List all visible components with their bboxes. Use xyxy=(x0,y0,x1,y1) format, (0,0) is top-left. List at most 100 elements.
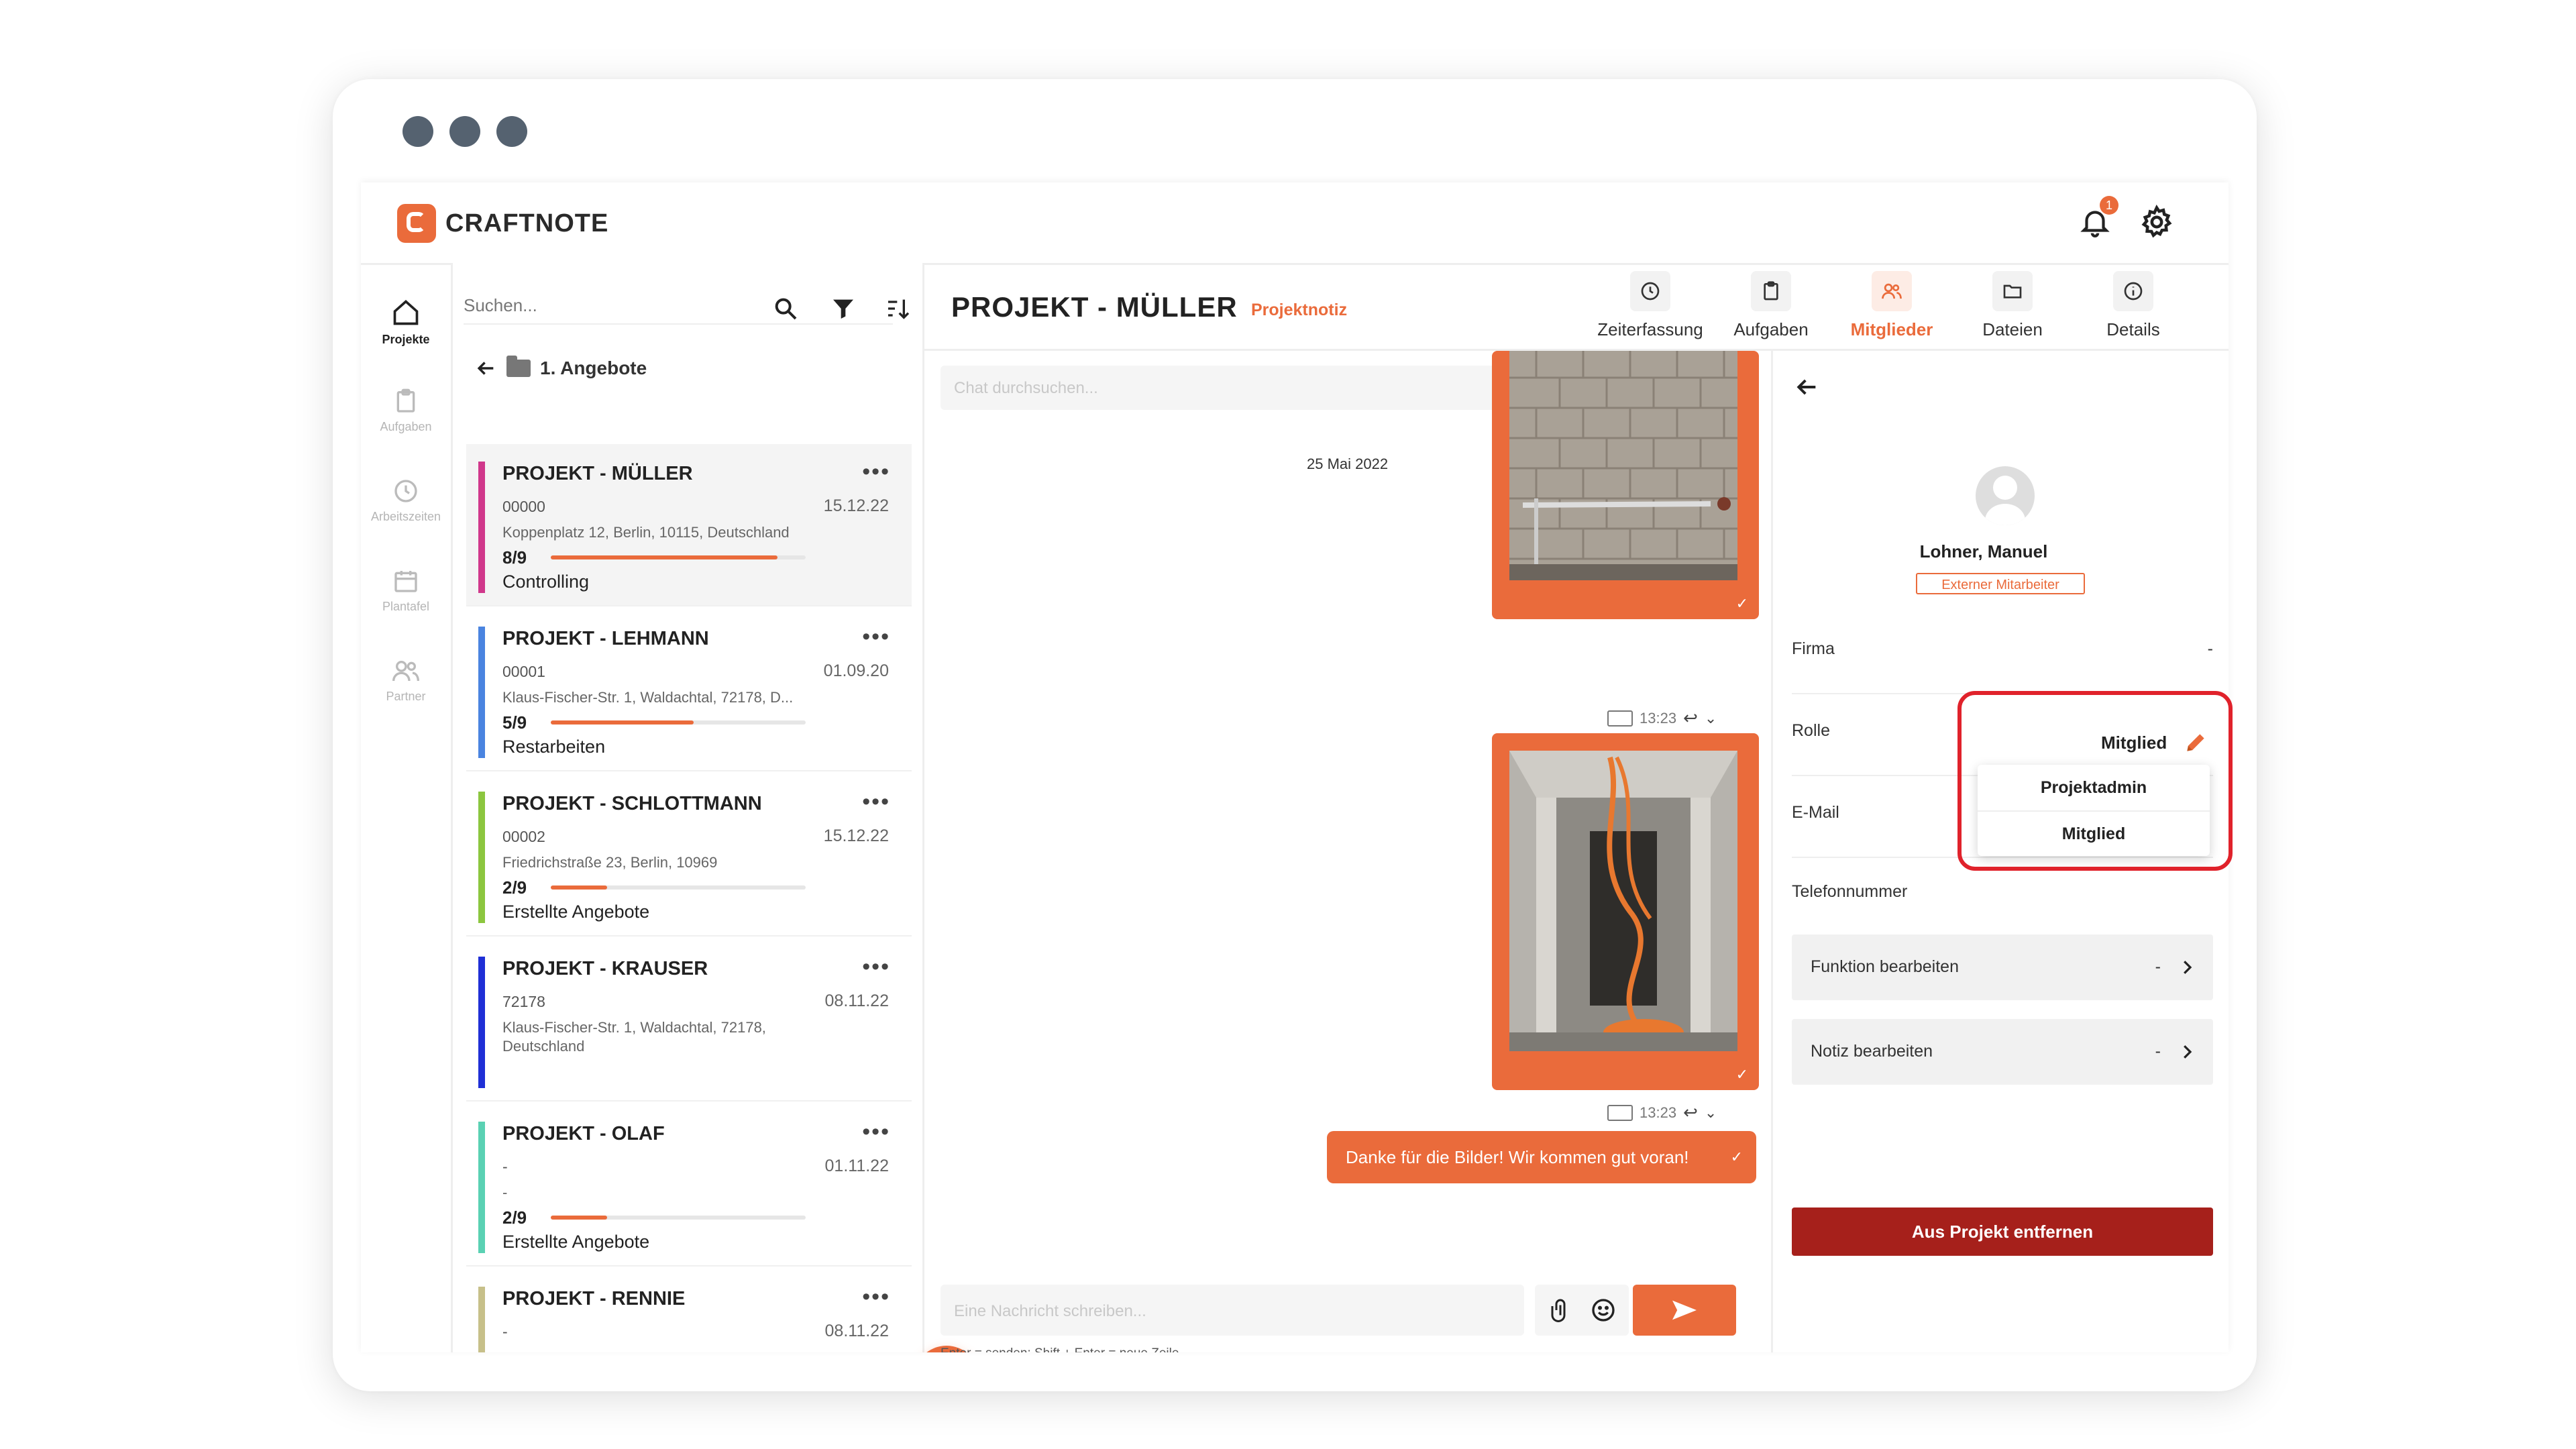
project-list-panel: Suchen... 1. Angebote PROJEKT - MÜLLER ••… xyxy=(453,263,979,1352)
avatar xyxy=(1976,466,2035,525)
more-options-icon[interactable]: ••• xyxy=(862,954,890,980)
progress-track xyxy=(551,885,806,890)
tab-label: Aufgaben xyxy=(1733,319,1809,339)
construction-photo xyxy=(1509,751,1737,1051)
arrow-left-icon[interactable] xyxy=(1793,374,1820,400)
message-input[interactable]: Eine Nachricht schreiben... xyxy=(941,1285,1524,1336)
message-placeholder: Eine Nachricht schreiben... xyxy=(954,1302,1146,1320)
edit-function-button[interactable]: Funktion bearbeiten - xyxy=(1792,934,2213,1000)
window-dot[interactable] xyxy=(402,116,433,147)
tab-mitglieder[interactable]: Mitglieder xyxy=(1825,271,1959,340)
clock-icon xyxy=(1641,282,1660,301)
project-address: - xyxy=(502,1184,508,1201)
project-card[interactable]: PROJEKT - SCHLOTTMANN ••• 00002 15.12.22 Fri… xyxy=(466,774,912,936)
project-color-bar xyxy=(478,1287,485,1352)
project-address: Klaus-Fischer-Str. 1, Waldachtal, 72178,… xyxy=(502,1019,766,1055)
chat-photo-message[interactable]: ✓ xyxy=(1492,733,1759,1090)
emoji-button[interactable] xyxy=(1578,1285,1629,1336)
tab-dateien[interactable]: Dateien xyxy=(1945,271,2080,340)
chat-photo-message[interactable]: ✓ xyxy=(1492,351,1759,619)
logo[interactable]: CRAFTNOTE xyxy=(397,204,608,243)
project-card[interactable]: PROJEKT - RENNIE ••• - 08.11.22 xyxy=(466,1269,912,1352)
tab-label: Zeiterfassung xyxy=(1597,319,1703,339)
button-value: - xyxy=(2155,1042,2161,1061)
project-number: - xyxy=(502,1158,508,1175)
nav-item-plantafel[interactable]: Plantafel xyxy=(361,568,451,614)
nav-label: Aufgaben xyxy=(380,420,432,433)
page-title: PROJEKT - MÜLLER xyxy=(951,291,1238,323)
project-progress-count: 5/9 xyxy=(502,712,527,733)
composer-hint: Enter = senden; Shift + Enter = neue Zei… xyxy=(941,1346,1179,1352)
sort-icon[interactable] xyxy=(885,295,912,322)
search-input[interactable]: Suchen... xyxy=(464,295,537,316)
nav-item-projekte[interactable]: Projekte xyxy=(361,298,451,347)
project-number: 00000 xyxy=(502,498,545,515)
project-address: Koppenplatz 12, Berlin, 10115, Deutschla… xyxy=(502,524,790,541)
project-title: PROJEKT - LEHMANN xyxy=(502,628,709,649)
progress-fill xyxy=(551,720,694,724)
tab-aufgaben[interactable]: Aufgaben xyxy=(1704,271,1838,340)
nav-item-arbeitszeiten[interactable]: Arbeitszeiten xyxy=(361,478,451,524)
arrow-left-icon[interactable] xyxy=(474,357,497,380)
chevron-down-icon[interactable]: ⌄ xyxy=(1705,1104,1717,1122)
tab-details[interactable]: Details xyxy=(2066,271,2200,340)
project-status: Controlling xyxy=(502,572,590,592)
smiley-icon xyxy=(1592,1299,1615,1322)
project-card[interactable]: PROJEKT - OLAF ••• - 01.11.22 - 2/9 Erstellte … xyxy=(466,1104,912,1267)
project-progress-count: 2/9 xyxy=(502,877,527,898)
info-icon xyxy=(2124,282,2143,301)
project-date: 08.11.22 xyxy=(824,991,889,1010)
nav-item-aufgaben[interactable]: Aufgaben xyxy=(361,388,451,434)
chat-message[interactable]: Danke für die Bilder! Wir kommen gut vor… xyxy=(1327,1131,1756,1183)
breadcrumb[interactable]: 1. Angebote xyxy=(474,356,647,380)
field-telefon: Telefonnummer xyxy=(1792,869,2213,936)
project-card[interactable]: PROJEKT - MÜLLER ••• 00000 15.12.22 Koppenpl… xyxy=(466,444,912,606)
gear-icon[interactable] xyxy=(2139,204,2175,240)
nav-label: Arbeitszeiten xyxy=(370,510,441,523)
project-card[interactable]: PROJEKT - KRAUSER ••• 72178 08.11.22 Klaus-F… xyxy=(466,939,912,1102)
field-label: Rolle xyxy=(1792,721,1830,740)
window-controls xyxy=(402,116,527,147)
project-search[interactable]: Suchen... xyxy=(464,283,910,325)
more-options-icon[interactable]: ••• xyxy=(862,1119,890,1145)
nav-item-partner[interactable]: Partner xyxy=(361,657,451,704)
edit-note-button[interactable]: Notiz bearbeiten - xyxy=(1792,1019,2213,1085)
brick-wall-photo xyxy=(1509,351,1737,580)
project-address: Friedrichstraße 23, Berlin, 10969 xyxy=(502,854,718,871)
reply-icon[interactable]: ↩ xyxy=(1683,1102,1698,1123)
message-time: 13:23 xyxy=(1640,709,1677,727)
progress-fill xyxy=(551,555,778,559)
notification-badge: 1 xyxy=(2100,196,2118,215)
project-number: 72178 xyxy=(502,993,545,1010)
project-number: - xyxy=(502,1323,508,1340)
progress-track xyxy=(551,555,806,559)
remove-from-project-button[interactable]: Aus Projekt entfernen xyxy=(1792,1208,2213,1256)
top-bar: CRAFTNOTE 1 xyxy=(361,182,2229,265)
window-dot[interactable] xyxy=(496,116,527,147)
chat-search-placeholder: Chat durchsuchen... xyxy=(954,379,1098,397)
message-text: Danke für die Bilder! Wir kommen gut vor… xyxy=(1346,1147,1689,1167)
tab-label: Details xyxy=(2106,319,2160,339)
send-button[interactable] xyxy=(1633,1285,1736,1336)
project-date: 15.12.22 xyxy=(823,826,889,845)
more-options-icon[interactable]: ••• xyxy=(862,1284,890,1310)
project-status: Restarbeiten xyxy=(502,737,606,757)
project-progress-count: 8/9 xyxy=(502,547,527,568)
more-options-icon[interactable]: ••• xyxy=(862,789,890,815)
tab-zeiterfassung[interactable]: Zeiterfassung xyxy=(1583,271,1717,340)
project-card[interactable]: PROJEKT - LEHMANN ••• 00001 01.09.20 Klaus-F… xyxy=(466,609,912,771)
more-options-icon[interactable]: ••• xyxy=(862,624,890,650)
more-options-icon[interactable]: ••• xyxy=(862,459,890,485)
project-note-link[interactable]: Projektnotiz xyxy=(1251,301,1347,320)
chat-date: 25 Mai 2022 xyxy=(1307,455,1389,472)
project-date: 15.12.22 xyxy=(823,496,889,515)
window-dot[interactable] xyxy=(449,116,480,147)
project-color-bar xyxy=(478,957,485,1088)
reply-icon[interactable]: ↩ xyxy=(1683,708,1698,729)
chevron-down-icon[interactable]: ⌄ xyxy=(1705,710,1717,727)
search-icon[interactable] xyxy=(772,295,799,322)
breadcrumb-label: 1. Angebote xyxy=(540,358,647,378)
message-meta: 13:23 ↩ ⌄ xyxy=(1607,708,1717,729)
filter-icon[interactable] xyxy=(830,295,857,322)
button-value: - xyxy=(2155,957,2161,976)
